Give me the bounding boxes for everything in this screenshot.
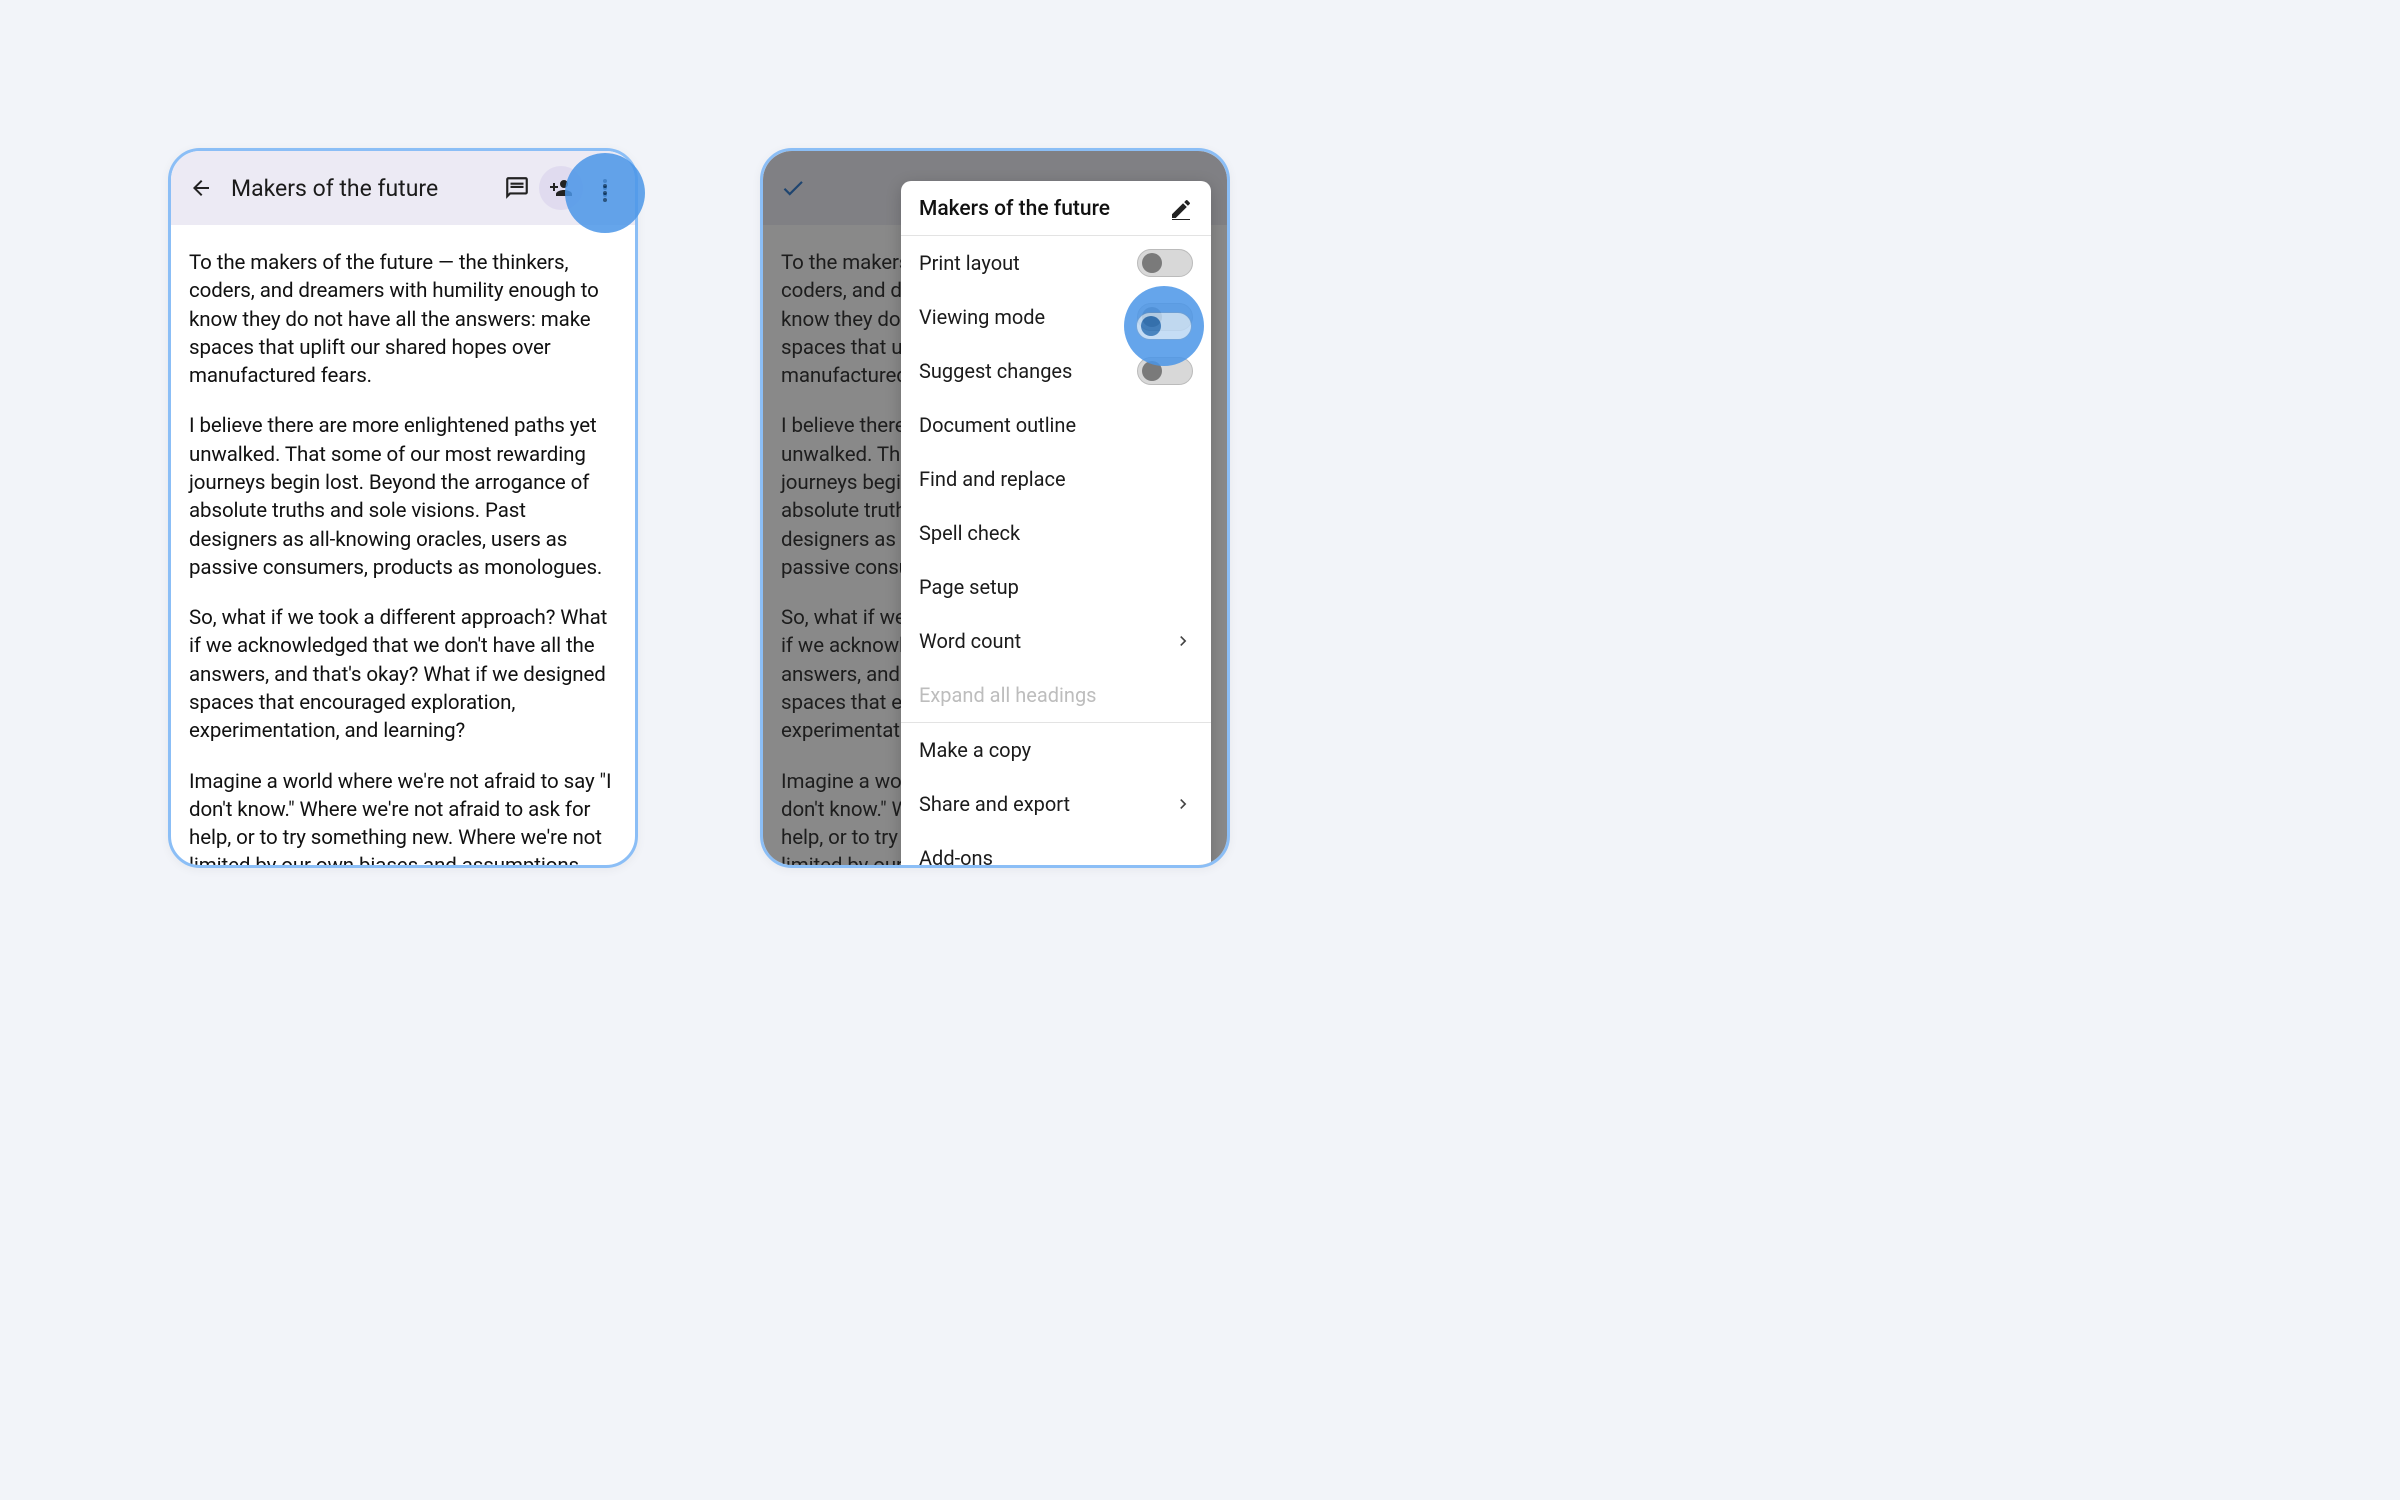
tutorial-highlight bbox=[565, 153, 645, 233]
comments-button[interactable] bbox=[495, 166, 539, 210]
menu-expand-headings: Expand all headings bbox=[901, 668, 1211, 722]
paragraph: Imagine a world where we're not afraid t… bbox=[189, 768, 617, 869]
menu-spell-check[interactable]: Spell check bbox=[901, 506, 1211, 560]
menu-addons[interactable]: Add-ons bbox=[901, 831, 1211, 868]
menu-document-outline[interactable]: Document outline bbox=[901, 398, 1211, 452]
tutorial-highlight bbox=[1124, 286, 1204, 366]
edit-icon bbox=[1169, 197, 1193, 221]
menu-label: Expand all headings bbox=[919, 683, 1193, 707]
overflow-menu: Makers of the future Print layout Viewin… bbox=[901, 181, 1211, 868]
document-title: Makers of the future bbox=[223, 175, 495, 202]
menu-label: Spell check bbox=[919, 521, 1193, 545]
menu-label: Page setup bbox=[919, 575, 1193, 599]
chevron-right-icon bbox=[1173, 631, 1193, 651]
paragraph: I believe there are more enlightened pat… bbox=[189, 412, 617, 582]
menu-label: Document outline bbox=[919, 413, 1193, 437]
menu-label: Share and export bbox=[919, 792, 1173, 816]
menu-label: Print layout bbox=[919, 251, 1137, 275]
menu-label: Word count bbox=[919, 629, 1173, 653]
menu-print-layout[interactable]: Print layout bbox=[901, 236, 1211, 290]
back-button[interactable] bbox=[179, 166, 223, 210]
menu-make-copy[interactable]: Make a copy bbox=[901, 723, 1211, 777]
document-body: To the makers of the future — the thinke… bbox=[171, 225, 635, 868]
arrow-left-icon bbox=[189, 176, 213, 200]
menu-title: Makers of the future bbox=[919, 197, 1169, 221]
toggle-icon bbox=[1136, 312, 1192, 340]
menu-header: Makers of the future bbox=[901, 181, 1211, 236]
chevron-right-icon bbox=[1173, 794, 1193, 814]
comment-icon bbox=[504, 175, 530, 201]
menu-label: Suggest changes bbox=[919, 359, 1137, 383]
menu-find-replace[interactable]: Find and replace bbox=[901, 452, 1211, 506]
menu-label: Viewing mode bbox=[919, 305, 1137, 329]
menu-word-count[interactable]: Word count bbox=[901, 614, 1211, 668]
menu-share-export[interactable]: Share and export bbox=[901, 777, 1211, 831]
phone-edit-mode: To the makers of the future — the thinke… bbox=[760, 148, 1230, 868]
paragraph: So, what if we took a different approach… bbox=[189, 604, 617, 745]
paragraph: To the makers of the future — the thinke… bbox=[189, 249, 617, 390]
phone-view-mode: Makers of the future To the makers of th… bbox=[168, 148, 638, 868]
print-layout-toggle[interactable] bbox=[1137, 249, 1193, 277]
menu-label: Add-ons bbox=[919, 846, 1193, 868]
more-vert-icon bbox=[593, 181, 617, 205]
menu-label: Make a copy bbox=[919, 738, 1193, 762]
menu-label: Find and replace bbox=[919, 467, 1193, 491]
rename-button[interactable] bbox=[1169, 197, 1193, 221]
menu-page-setup[interactable]: Page setup bbox=[901, 560, 1211, 614]
